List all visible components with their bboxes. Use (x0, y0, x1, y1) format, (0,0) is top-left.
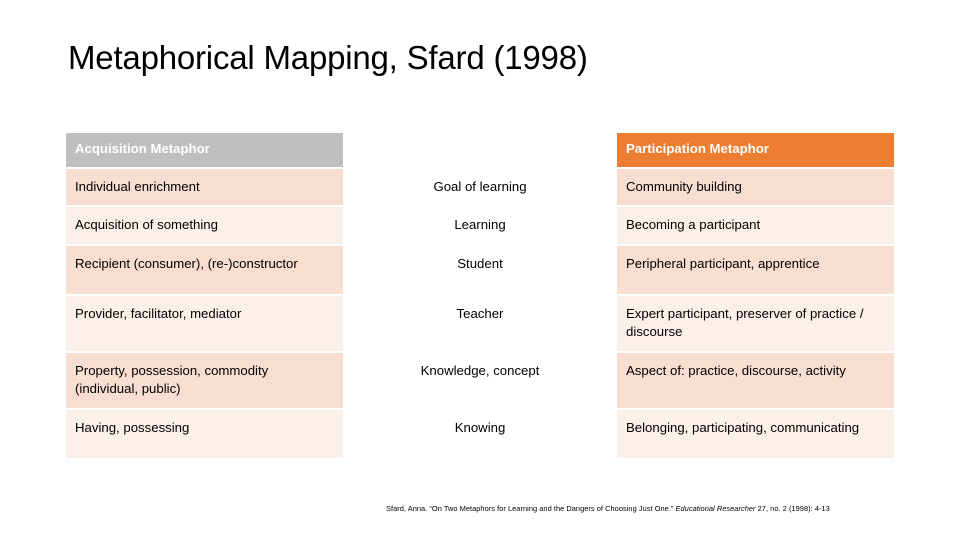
cell-dimension: Knowing (454, 419, 506, 435)
cell-participation: Becoming a participant (617, 207, 894, 244)
table-row: Individual enrichment Goal of learning C… (66, 168, 894, 205)
citation-author: Sfard, Anna. (386, 504, 430, 513)
cell-acquisition: Acquisition of something (66, 207, 343, 244)
cell-dimension: Learning (454, 217, 506, 232)
cell-dimension: Goal of learning (433, 178, 527, 194)
cell-dimension: Knowledge, concept (420, 362, 540, 378)
table-row: Property, possession, commodity (individ… (66, 352, 894, 408)
table-row: Recipient (consumer), (re-)constructor S… (66, 245, 894, 294)
table-row: Provider, facilitator, mediator Teacher … (66, 295, 894, 351)
cell-participation: Community building (617, 168, 894, 205)
cell-acquisition: Property, possession, commodity (individ… (66, 352, 343, 408)
cell-acquisition: Provider, facilitator, mediator (66, 295, 343, 351)
table-row: Acquisition of something Learning Becomi… (66, 207, 894, 244)
table-header-row: Acquisition Metaphor Participation Metap… (66, 133, 894, 167)
cell-acquisition: Individual enrichment (66, 168, 343, 205)
table-row: Having, possessing Knowing Belonging, pa… (66, 409, 894, 458)
column-header-participation-metaphor: Participation Metaphor (617, 133, 894, 167)
citation-volume-issue-pages: 27, no. 2 (1998): 4-13 (755, 504, 830, 513)
cell-participation: Expert participant, preserver of practic… (617, 295, 894, 351)
page-title: Metaphorical Mapping, Sfard (1998) (68, 39, 588, 76)
cell-participation: Aspect of: practice, discourse, activity (617, 352, 894, 408)
cell-participation: Peripheral participant, apprentice (617, 245, 894, 294)
column-header-dimension (343, 133, 617, 167)
citation-article-title: “On Two Metaphors for Learning and the D… (429, 504, 676, 513)
cell-participation: Belonging, participating, communicating (617, 409, 894, 458)
cell-dimension: Teacher (456, 305, 504, 321)
source-citation: Sfard, Anna. “On Two Metaphors for Learn… (386, 503, 926, 514)
column-header-acquisition-metaphor: Acquisition Metaphor (66, 133, 343, 167)
cell-acquisition: Recipient (consumer), (re-)constructor (66, 245, 343, 294)
cell-dimension: Student (457, 255, 503, 271)
cell-acquisition: Having, possessing (66, 409, 343, 458)
citation-journal-name: Educational Researcher (675, 504, 756, 513)
metaphorical-mapping-table: Acquisition Metaphor Participation Metap… (66, 133, 894, 460)
